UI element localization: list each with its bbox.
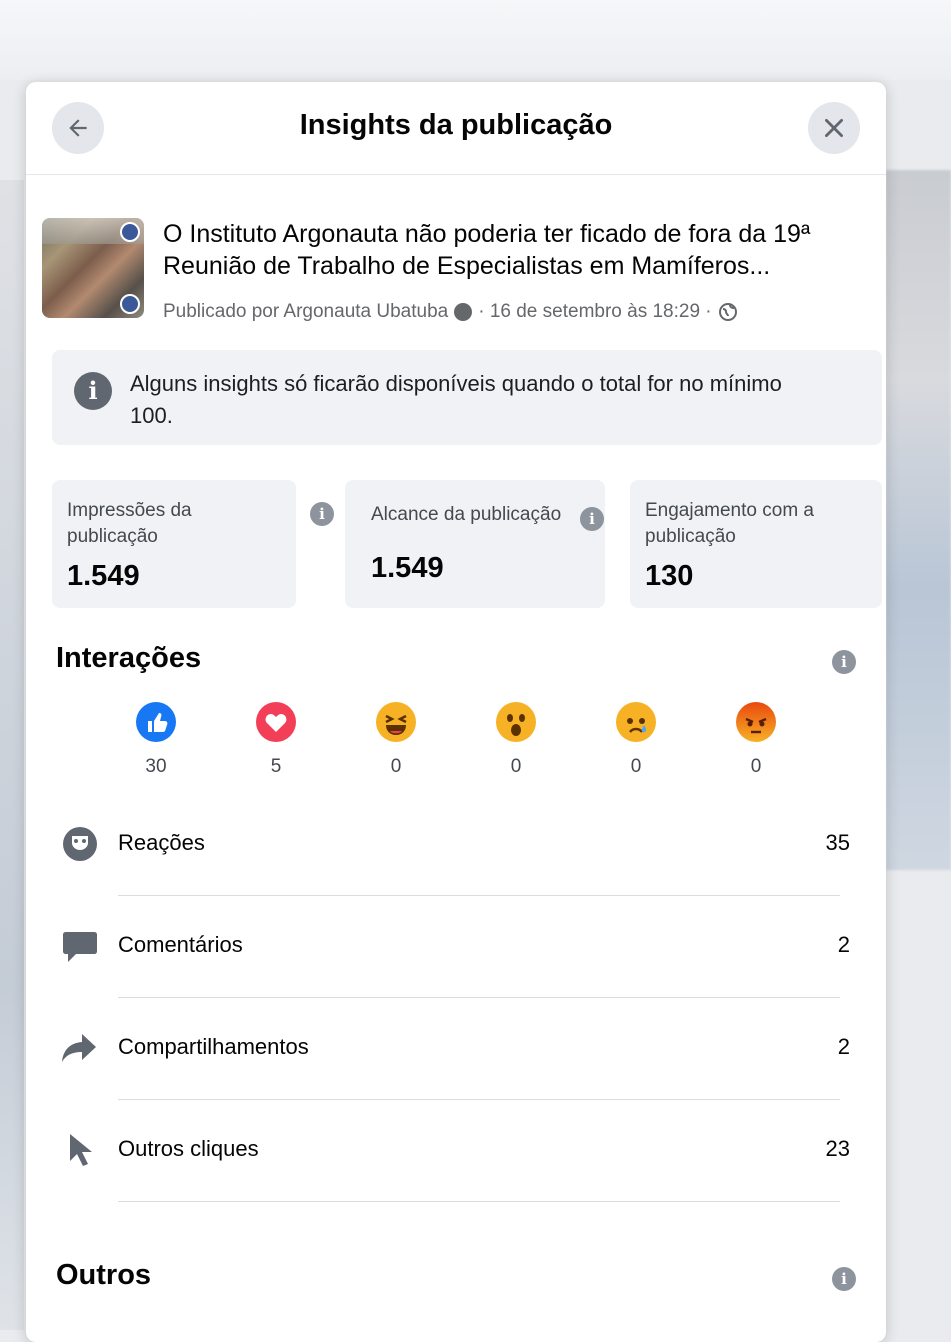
reaction-haha[interactable]: 0 (366, 702, 426, 778)
row-reactions[interactable]: Reações 35 (26, 794, 886, 896)
metric-label: Engajamento com a publicação (645, 500, 814, 547)
post-date[interactable]: · 16 de setembro às 18:29 · (478, 301, 711, 323)
love-icon (256, 702, 296, 742)
row-value: 23 (825, 1136, 850, 1161)
row-comments[interactable]: Comentários 2 (26, 896, 886, 998)
divider (118, 1201, 840, 1202)
interaction-rows: Reações 35 Comentários 2 Compartilhament… (26, 794, 886, 1202)
reaction-count: 30 (145, 756, 167, 777)
metric-card-reach: Alcance da publicação 1.549 i (345, 480, 605, 608)
metric-label: Impressões da publicação (67, 500, 192, 547)
metric-value: 130 (645, 560, 694, 592)
metric-value: 1.549 (371, 552, 444, 584)
reaction-like[interactable]: 30 (126, 702, 186, 778)
others-title: Outros (56, 1259, 152, 1291)
metric-cards: Impressões da publicação 1.549 i Alcance… (52, 480, 882, 608)
row-label: Compartilhamentos (118, 1034, 309, 1059)
globe-icon (718, 303, 737, 321)
reaction-count: 0 (750, 756, 762, 777)
background-page-top (0, 0, 951, 80)
info-icon: i (74, 372, 112, 410)
row-other-clicks[interactable]: Outros cliques 23 (26, 1100, 886, 1202)
share-icon (62, 1034, 96, 1062)
background-page-left (0, 180, 24, 1330)
info-icon[interactable]: i (310, 502, 334, 526)
reaction-count: 5 (270, 756, 282, 777)
row-value: 2 (837, 1034, 850, 1059)
metric-card-engagement: Engajamento com a publicação 130 (630, 480, 882, 608)
reaction-sad[interactable]: 0 (606, 702, 666, 778)
post-text[interactable]: O Instituto Argonauta não poderia ter fi… (163, 218, 883, 282)
reaction-breakdown: 30 5 0 0 0 0 (116, 702, 836, 792)
reaction-wow[interactable]: 0 (486, 702, 546, 778)
post-insights-dialog: Insights da publicação O Instituto Argon… (26, 82, 886, 1342)
page-badge-icon (454, 303, 473, 321)
row-value: 2 (837, 932, 850, 957)
angry-icon (736, 702, 776, 742)
info-icon[interactable]: i (832, 650, 856, 674)
row-label: Outros cliques (118, 1136, 259, 1161)
reaction-count: 0 (510, 756, 522, 777)
post-summary[interactable]: O Instituto Argonauta não poderia ter fi… (42, 218, 882, 328)
info-icon[interactable]: i (832, 1267, 856, 1291)
thumbnail-badge-icon (120, 294, 140, 314)
post-thumbnail[interactable] (42, 218, 144, 318)
info-icon[interactable]: i (580, 507, 604, 531)
sad-icon (616, 702, 656, 742)
row-value: 35 (825, 830, 850, 855)
metric-card-impressions: Impressões da publicação 1.549 (52, 480, 296, 608)
reaction-count: 0 (390, 756, 402, 777)
like-icon (136, 702, 176, 742)
close-button[interactable] (808, 102, 860, 154)
wow-icon (496, 702, 536, 742)
row-label: Reações (118, 830, 205, 855)
reaction-love[interactable]: 5 (246, 702, 306, 778)
reactions-icon (63, 827, 97, 861)
insights-notice: i Alguns insights só ficarão disponíveis… (52, 350, 882, 445)
reaction-angry[interactable]: 0 (726, 702, 786, 778)
reaction-count: 0 (630, 756, 642, 777)
interactions-title: Interações (56, 642, 202, 674)
row-label: Comentários (118, 932, 243, 957)
row-shares[interactable]: Compartilhamentos 2 (26, 998, 886, 1100)
close-icon (825, 119, 843, 137)
cursor-icon (70, 1134, 92, 1166)
haha-icon (376, 702, 416, 742)
dialog-title: Insights da publicação (299, 109, 613, 141)
background-page-right (886, 170, 951, 870)
post-author[interactable]: Publicado por Argonauta Ubatuba (163, 301, 448, 323)
comment-icon (63, 932, 97, 962)
metric-label: Alcance da publicação (371, 504, 562, 525)
metric-value: 1.549 (67, 560, 140, 592)
notice-text: Alguns insights só ficarão disponíveis q… (130, 371, 782, 428)
thumbnail-badge-icon (120, 222, 140, 242)
post-meta: Publicado por Argonauta Ubatuba · 16 de … (163, 301, 738, 323)
dialog-header: Insights da publicação (26, 82, 886, 175)
